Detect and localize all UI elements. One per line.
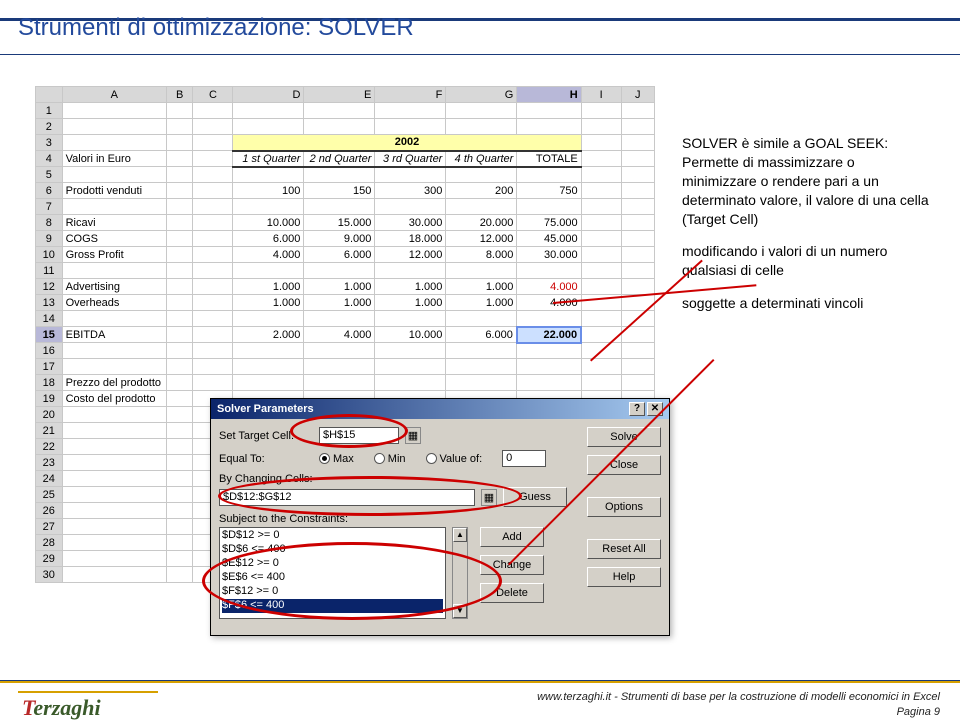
page-title: Strumenti di ottimizzazione: SOLVER [18, 14, 414, 42]
list-item: $D$12 >= 0 [222, 529, 443, 543]
changing-cells-input[interactable]: $D$12:$G$12 [219, 489, 475, 506]
scroll-down-icon[interactable]: ▼ [453, 604, 467, 618]
col-G: G [446, 87, 517, 103]
p2: modificando i valori di un numero qualsi… [682, 242, 932, 280]
target-cell-input[interactable]: $H$15 [319, 427, 399, 444]
resetall-button[interactable]: Reset All [587, 539, 661, 559]
side-explanation: SOLVER è simile a GOAL SEEK: Permette di … [682, 134, 932, 327]
row-costo: Costo del prodotto [62, 391, 166, 407]
row-gross: Gross Profit [62, 247, 166, 263]
col-I: I [581, 87, 621, 103]
col-H: H [517, 87, 581, 103]
p3: soggette a determinati vincoli [682, 294, 932, 313]
footer-line: www.terzaghi.it - Strumenti di base per … [537, 691, 940, 703]
options-button[interactable]: Options [587, 497, 661, 517]
delete-button[interactable]: Delete [480, 583, 544, 603]
row-cogs: COGS [62, 231, 166, 247]
row-prodotti: Prodotti venduti [62, 183, 166, 199]
row-valori: Valori in Euro [62, 151, 166, 167]
list-item: $E$12 >= 0 [222, 557, 443, 571]
col-J: J [621, 87, 654, 103]
row-ebitda: EBITDA [62, 327, 166, 343]
col-B: B [166, 87, 193, 103]
radio-min[interactable] [374, 453, 385, 464]
solve-button[interactable]: Solve [587, 427, 661, 447]
guess-button[interactable]: Guess [503, 487, 567, 507]
adv-total: 4.000 [517, 279, 581, 295]
close-button[interactable]: Close [587, 455, 661, 475]
radio-max[interactable] [319, 453, 330, 464]
constraints-list[interactable]: $D$12 >= 0 $D$6 <= 400 $E$12 >= 0 $E$6 <… [219, 527, 446, 619]
p1a: SOLVER è simile a GOAL SEEK: [682, 135, 888, 151]
col-D: D [233, 87, 304, 103]
dialog-close-icon[interactable]: ✕ [647, 402, 663, 416]
list-item: $E$6 <= 400 [222, 571, 443, 585]
dialog-help-icon[interactable]: ? [629, 402, 645, 416]
list-scrollbar[interactable]: ▲ ▼ [452, 527, 468, 619]
col-F: F [375, 87, 446, 103]
list-item: $D$6 <= 400 [222, 543, 443, 557]
help-button[interactable]: Help [587, 567, 661, 587]
add-button[interactable]: Add [480, 527, 544, 547]
bychanging-label: By Changing Cells: [219, 473, 313, 485]
col-A: A [62, 87, 166, 103]
subject-label: Subject to the Constraints: [219, 513, 348, 525]
solver-dialog: Solver Parameters ? ✕ Set Target Cell: $… [210, 398, 670, 636]
logo: Terzaghi [22, 695, 101, 721]
change-button[interactable]: Change [480, 555, 544, 575]
list-item: $F$12 >= 0 [222, 585, 443, 599]
row-adv: Advertising [62, 279, 166, 295]
range-picker-icon[interactable]: ▦ [405, 427, 421, 444]
scroll-up-icon[interactable]: ▲ [453, 528, 467, 542]
radio-valueof[interactable] [426, 453, 437, 464]
dialog-title: Solver Parameters [217, 403, 314, 415]
valueof-input[interactable]: 0 [502, 450, 546, 467]
year-title: 2002 [233, 135, 581, 151]
row-ricavi: Ricavi [62, 215, 166, 231]
col-C: C [193, 87, 233, 103]
set-target-label: Set Target Cell: [219, 430, 313, 442]
row-prezzo: Prezzo del prodotto [62, 375, 166, 391]
equal-to-label: Equal To: [219, 453, 313, 465]
p1b: Permette di massimizzare o minimizzare o… [682, 154, 929, 227]
range-picker-icon-2[interactable]: ▦ [481, 489, 497, 506]
row-ovh: Overheads [62, 295, 166, 311]
ebitda-total-cell: 22.000 [517, 327, 581, 343]
col-E: E [304, 87, 375, 103]
list-item: $F$6 <= 400 [222, 599, 443, 613]
footer-page: Pagina 9 [897, 706, 940, 718]
